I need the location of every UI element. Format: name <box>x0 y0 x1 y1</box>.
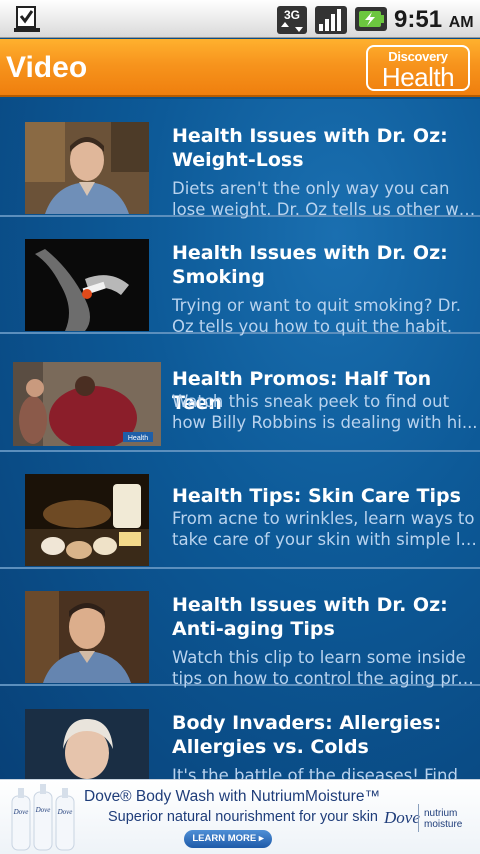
time-ampm: AM <box>448 14 474 31</box>
thumbnail-watermark: Health <box>128 435 148 442</box>
ad-subline: Superior natural nourishment for your sk… <box>108 809 378 825</box>
video-description: Watch this clip to learn some inside tip… <box>172 647 480 689</box>
description-line: Trying or want to quit smoking? Dr. <box>172 296 461 315</box>
learn-more-button[interactable]: LEARN MORE ▸ <box>184 830 272 848</box>
battery-charging-icon <box>355 7 387 31</box>
video-list[interactable]: Health Issues with Dr. Oz: Weight-Loss D… <box>0 99 480 779</box>
nutrium-moisture-logo: nutrium moisture <box>424 808 463 830</box>
video-description: Diets aren't the only way you can lose w… <box>172 178 480 220</box>
video-description: From acne to wrinkles, learn ways to tak… <box>172 508 480 550</box>
video-title[interactable]: Health Issues with Dr. Oz: Weight-Loss <box>172 124 472 172</box>
page-title: Video <box>6 51 88 84</box>
ad-banner[interactable]: Dove Dove Dove Dove® Body Wash with Nutr… <box>0 779 480 854</box>
time-value: 9:51 <box>394 6 443 33</box>
video-item[interactable]: Health Tips: Skin Care Tips From acne to… <box>0 454 480 569</box>
video-thumbnail <box>25 122 149 214</box>
video-description: It's the battle of the diseases! Find <box>172 765 480 779</box>
bottle-label: Dove <box>35 806 51 814</box>
dove-logo: Dove <box>384 808 420 827</box>
brand-bottom-text: Health <box>381 62 455 92</box>
video-thumbnail <box>25 474 149 566</box>
description-line: Watch this clip to learn some inside <box>172 648 466 667</box>
network-3g-icon: 3G <box>277 6 307 34</box>
discovery-health-logo: Discovery Health <box>366 45 470 91</box>
video-item[interactable]: Health Health Promos: Half Ton Teen Watc… <box>0 337 480 452</box>
title-bar: Video Discovery Health <box>0 39 480 97</box>
video-item[interactable]: Health Issues with Dr. Oz: Weight-Loss D… <box>0 102 480 220</box>
video-title[interactable]: Health Tips: Skin Care Tips <box>172 484 472 508</box>
description-line: Diets aren't the only way you can <box>172 179 450 198</box>
video-title[interactable]: Health Issues with Dr. Oz: Anti-aging Ti… <box>172 593 472 641</box>
video-thumbnail <box>25 709 149 779</box>
download-complete-icon[interactable] <box>12 5 42 33</box>
video-description: Trying or want to quit smoking? Dr. Oz t… <box>172 295 480 337</box>
video-title[interactable]: Body Invaders: Allergies: Allergies vs. … <box>172 711 472 759</box>
ad-headline: Dove® Body Wash with NutriumMoisture™ <box>84 788 380 805</box>
description-line: take care of your skin with simple li... <box>172 530 480 549</box>
bottle-label: Dove <box>13 808 29 816</box>
status-time: 9:51 AM <box>394 6 474 34</box>
video-item[interactable]: Health Issues with Dr. Oz: Smoking Tryin… <box>0 219 480 337</box>
video-title[interactable]: Health Issues with Dr. Oz: Smoking <box>172 241 472 289</box>
bottle-label: Dove <box>57 808 73 816</box>
video-thumbnail: Health <box>13 362 161 446</box>
description-line: how Billy Robbins is dealing with hi... <box>172 413 478 432</box>
video-item[interactable]: Health Issues with Dr. Oz: Anti-aging Ti… <box>0 571 480 689</box>
description-line: lose weight. Dr. Oz tells us other wa... <box>172 200 480 219</box>
network-label: 3G <box>284 8 300 22</box>
video-description: Watch this sneak peek to find out how Bi… <box>172 391 480 433</box>
description-line: Oz tells you how to quit the habit. <box>172 317 453 336</box>
description-line: From acne to wrinkles, learn ways to <box>172 509 475 528</box>
dove-bottles-image: Dove Dove Dove <box>11 784 75 851</box>
description-line: Watch this sneak peek to find out <box>172 392 450 411</box>
status-bar: 3G 9:51 AM <box>0 0 480 38</box>
brand-divider <box>418 804 419 832</box>
video-thumbnail <box>25 591 149 683</box>
video-thumbnail <box>25 239 149 331</box>
signal-strength-icon <box>315 6 347 34</box>
description-line: tips on how to control the aging pro... <box>172 669 480 688</box>
video-item[interactable]: Body Invaders: Allergies: Allergies vs. … <box>0 689 480 779</box>
description-line: It's the battle of the diseases! Find <box>172 766 458 779</box>
